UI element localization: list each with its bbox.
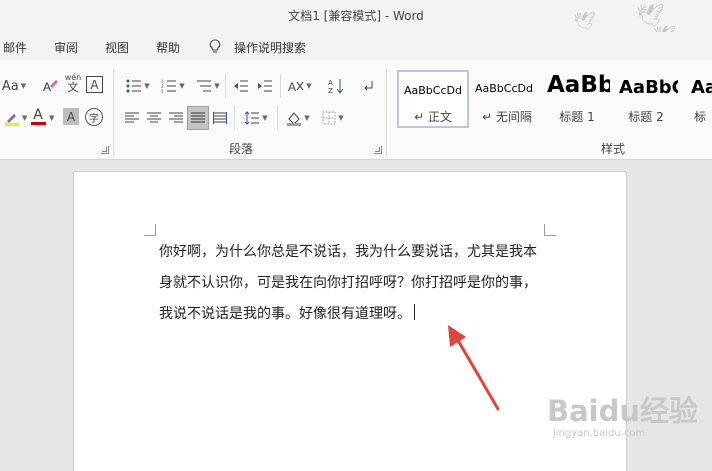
style-normal[interactable]: AaBbCcDd ↵ 正文 [397,70,469,128]
font-dialog-launcher-icon[interactable] [101,146,109,154]
paragraph-shading-button[interactable]: ▼ [283,108,313,128]
decrease-indent-button[interactable] [231,76,251,96]
multilevel-list-button[interactable]: ▼ [192,76,224,96]
font-color-dropdown-icon[interactable]: ▼ [49,114,54,122]
window-title: 文档1 [兼容模式] - Word [288,9,424,23]
style-heading-2[interactable]: AaBbC 标题 2 [614,70,678,128]
ribbon-tabs: 邮件 审阅 视图 帮助 操作说明搜索 [0,32,712,60]
justify-button[interactable] [187,106,209,130]
svg-text:Z: Z [328,87,333,94]
change-case-button[interactable]: Aa ▼ [0,76,28,96]
document-workspace: 你好啊，为什么你总是不说话，我为什么要说话，尤其是我本身就不认识你，可是我在向你… [0,161,712,471]
tab-mailings[interactable]: 邮件 [3,39,27,56]
watermark-logo: Baidu经验 [547,394,699,428]
style-no-spacing[interactable]: AaBbCcDd ↵ 无间隔 [471,70,543,128]
group-divider [225,74,226,98]
align-center-button[interactable] [144,108,164,128]
paragraph-text: 你好啊，为什么你总是不说话，我为什么要说话，尤其是我本身就不认识你，可是我在向你… [159,244,537,322]
document-body-text[interactable]: 你好啊，为什么你总是不说话，我为什么要说话，尤其是我本身就不认识你，可是我在向你… [159,237,549,330]
group-divider [386,68,387,156]
paragraph-dialog-launcher-icon[interactable] [374,146,382,154]
lightbulb-icon [209,39,221,53]
bullets-button[interactable]: ▼ [122,76,154,96]
highlight-dropdown-icon[interactable]: ▼ [22,114,27,122]
tab-help[interactable]: 帮助 [156,39,180,56]
align-right-button[interactable] [166,108,186,128]
font-color-button[interactable]: A [30,106,46,126]
svg-text:A: A [43,80,51,94]
character-border-button[interactable]: A [86,76,103,93]
phonetic-guide-button[interactable]: wén 文 [62,74,84,94]
group-divider [277,106,278,130]
styles-group-label: 样式 [601,142,626,156]
title-bar: 文档1 [兼容模式] - Word 🕊 🕊 🕊 [0,0,712,45]
group-divider [280,74,281,98]
group-divider [234,106,235,130]
clear-formatting-icon[interactable]: A [40,76,60,96]
svg-text:A: A [328,79,333,87]
enclose-characters-button[interactable]: 字 [85,108,103,126]
sort-button[interactable]: AZ [326,76,346,96]
style-heading-partial[interactable]: Aa 标 [688,70,712,128]
align-left-button[interactable] [122,108,142,128]
increase-indent-button[interactable] [255,76,275,96]
margin-corner-mark [144,224,156,236]
character-shading-button[interactable]: A [63,108,79,125]
highlight-color-bar [5,122,19,126]
highlight-color-button[interactable] [0,108,24,128]
watermark: Baidu经验 jingyan.baidu.com [547,388,698,439]
font-color-bar [30,121,46,125]
bird-decoration-icon: 🕊 [573,11,596,32]
borders-button[interactable]: ▼ [318,108,348,128]
margin-corner-mark [544,224,556,236]
svg-text:3: 3 [161,89,164,93]
svg-text:A: A [288,80,296,93]
tab-view[interactable]: 视图 [105,39,129,56]
numbering-button[interactable]: 1 2 3 ▼ [157,76,189,96]
paragraph-group-label: 段落 [229,142,254,156]
group-divider [113,68,114,156]
chinese-layout-button[interactable]: A ▼ [285,76,315,96]
tell-me-search[interactable]: 操作说明搜索 [234,39,306,56]
show-hide-marks-button[interactable] [358,76,378,96]
text-cursor [414,304,415,320]
style-heading-1[interactable]: AaBb 标题 1 [544,70,610,128]
distributed-button[interactable] [210,108,230,128]
annotation-arrow-icon [448,325,500,411]
ribbon: Aa ▼ A wén 文 A ▼ A ▼ A 字 ▼ 1 2 3 ▼ ▼ A ▼… [0,60,712,160]
line-spacing-button[interactable]: ▼ [240,108,272,128]
document-page[interactable]: 你好啊，为什么你总是不说话，我为什么要说话，尤其是我本身就不认识你，可是我在向你… [73,171,627,471]
tab-review[interactable]: 审阅 [54,39,78,56]
